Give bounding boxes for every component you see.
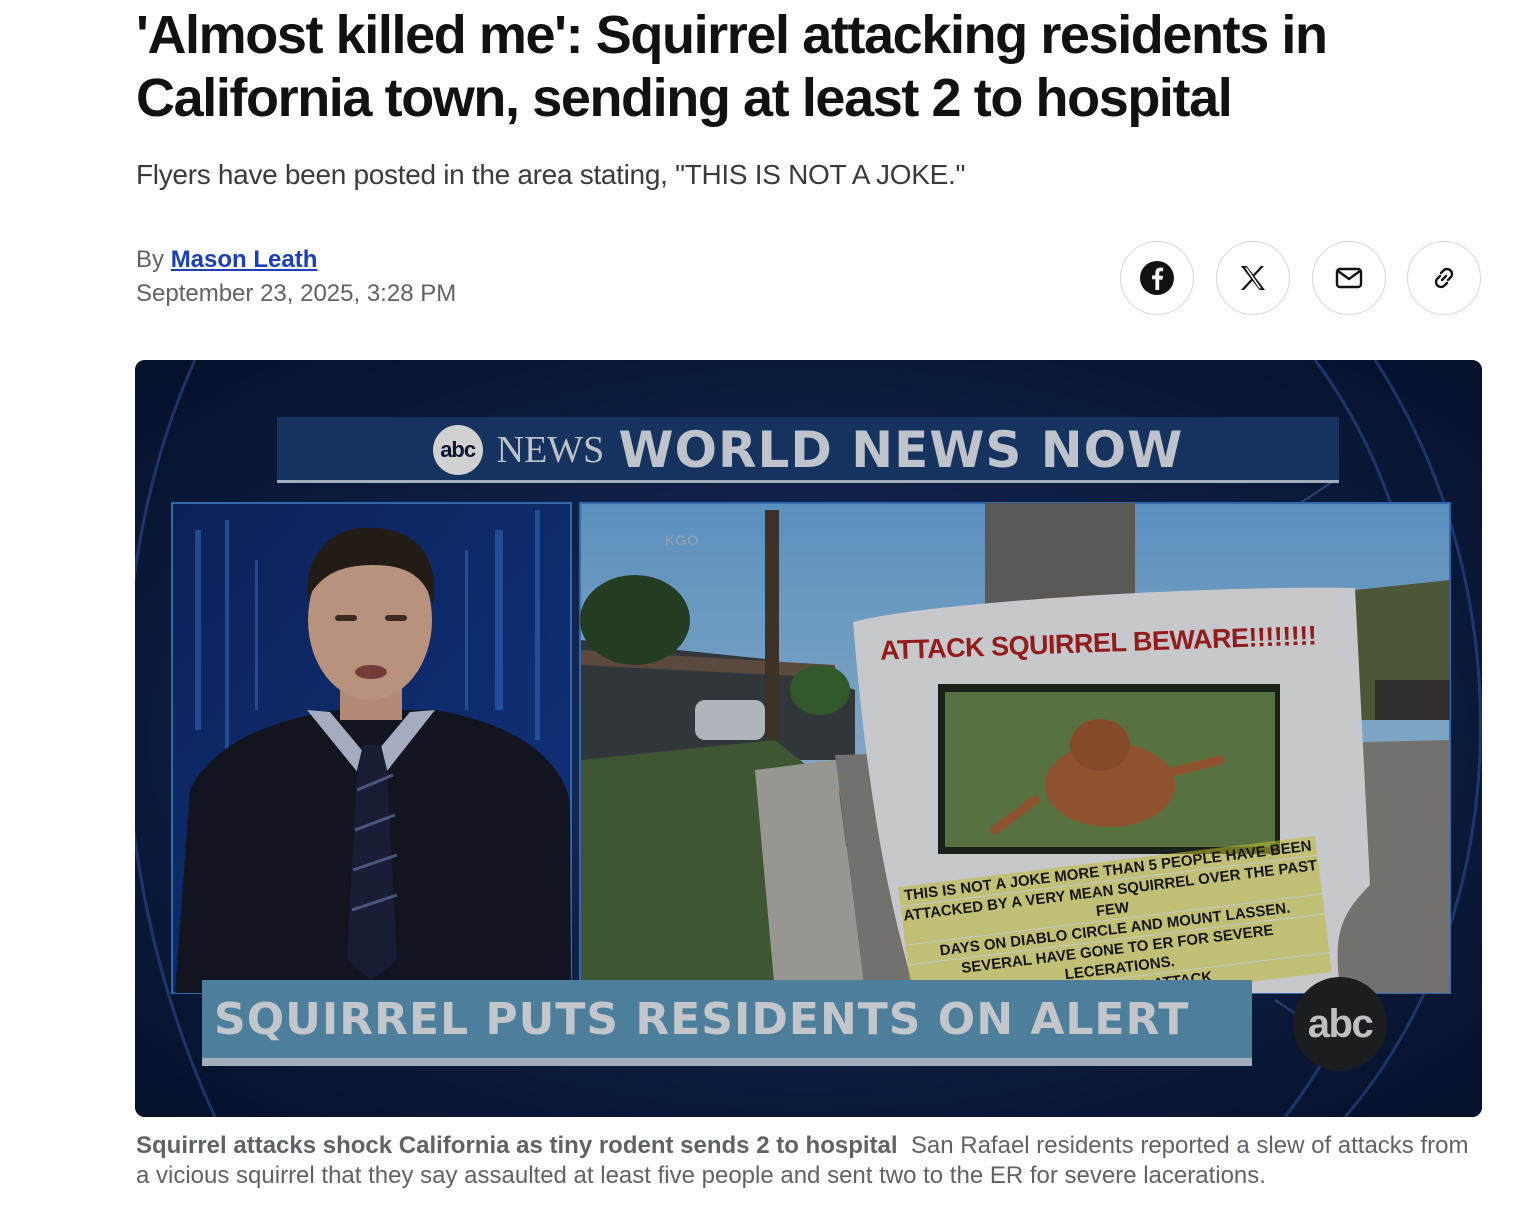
article-dek: Flyers have been posted in the area stat…	[136, 159, 966, 190]
share-facebook-button[interactable]	[1120, 241, 1194, 315]
author-link[interactable]: Mason Leath	[171, 246, 318, 273]
abc-logo-small: abc	[432, 425, 483, 475]
byline: By Mason Leath	[136, 245, 317, 275]
caption-title: Squirrel attacks shock California as tin…	[136, 1132, 898, 1159]
link-icon	[1434, 267, 1454, 289]
image-caption: Squirrel attacks shock California as tin…	[136, 1131, 1486, 1191]
share-x-button[interactable]	[1216, 241, 1290, 315]
publish-date: September 23, 2025, 3:28 PM	[136, 280, 457, 307]
article-headline: 'Almost killed me': Squirrel attacking r…	[136, 5, 1328, 128]
banner-bottom-stripe	[277, 480, 1339, 483]
source-tag: KGO	[665, 532, 700, 548]
lower-third-stripe	[202, 1058, 1252, 1066]
lower-third: SQUIRREL PUTS RESIDENTS ON ALERT	[202, 980, 1252, 1058]
x-icon	[1241, 266, 1265, 290]
share-email-button[interactable]	[1312, 241, 1386, 315]
email-icon	[1335, 267, 1363, 289]
news-wordmark: NEWS	[496, 429, 605, 471]
show-banner: abc NEWS WORLD NEWS NOW	[277, 417, 1339, 483]
video-player[interactable]: abc NEWS WORLD NEWS NOW KGO ATTACK SQUIR…	[135, 360, 1482, 1117]
lower-third-text: SQUIRREL PUTS RESIDENTS ON ALERT	[214, 993, 1190, 1045]
abc-bug-logo: abc	[1293, 977, 1387, 1071]
share-link-button[interactable]	[1407, 241, 1481, 315]
byline-prefix: By	[136, 246, 165, 273]
show-title: WORLD NEWS NOW	[618, 421, 1184, 479]
facebook-icon	[1140, 261, 1174, 295]
